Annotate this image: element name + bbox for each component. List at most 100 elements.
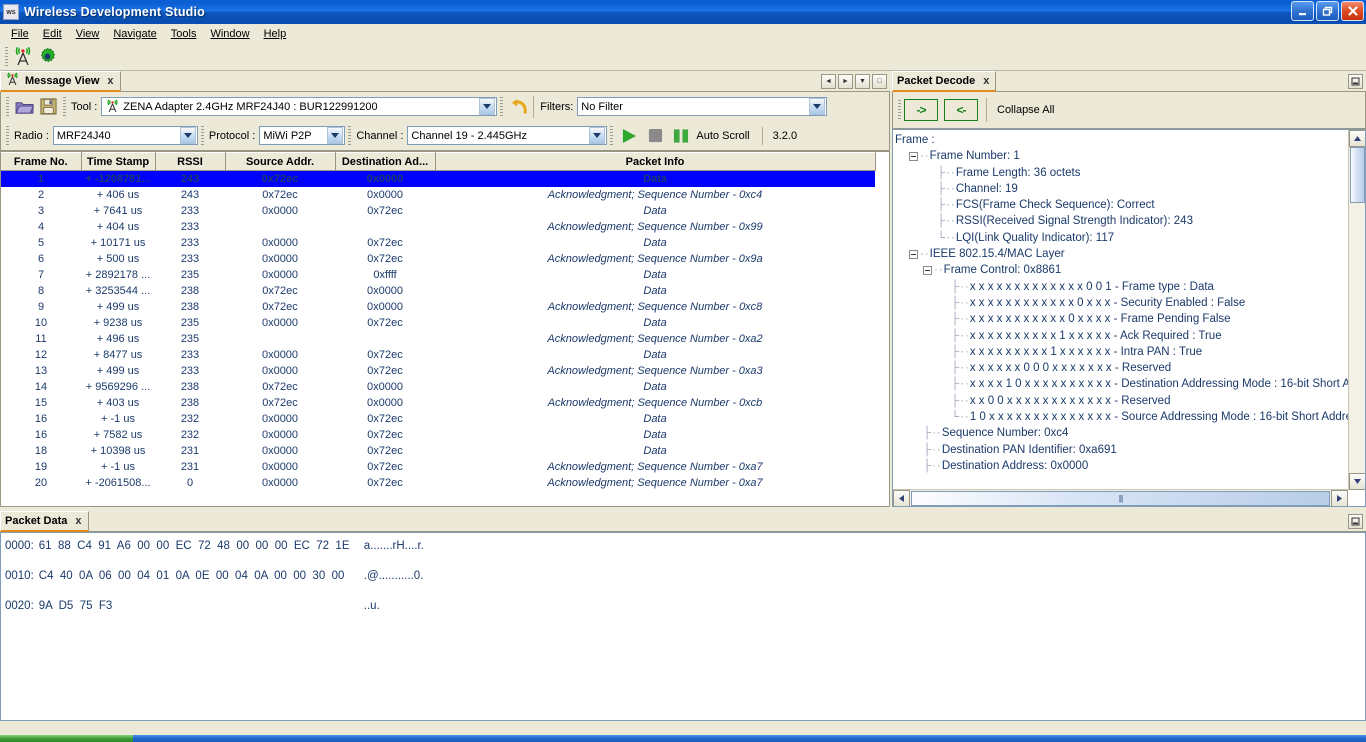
table-row[interactable]: 1 + -1208781... 243 0x72ec 0x0000 Data [1, 170, 875, 187]
tree-node[interactable]: ├··x x 0 0 x x x x x x x x x x x x - Res… [895, 393, 1348, 409]
scroll-left-button[interactable] [893, 489, 910, 506]
chevron-down-icon[interactable] [479, 98, 496, 115]
packet-data-hex-view[interactable]: 0000: 61 88 C4 91 A6 00 00 EC 72 48 00 00… [0, 532, 1366, 721]
scroll-right-button[interactable] [1331, 489, 1348, 506]
tree-node[interactable]: ├··x x x x x x x x x x x x 0 x x x - Sec… [895, 295, 1348, 311]
tree-node[interactable]: ├··x x x x 1 0 x x x x x x x x x x - Des… [895, 376, 1348, 392]
message-table-container[interactable]: Frame No. Time Stamp RSSI Source Addr. D… [0, 151, 890, 507]
table-row[interactable]: 10 + 9238 us 235 0x0000 0x72ec Data [1, 315, 875, 331]
stop-icon[interactable] [642, 125, 668, 147]
chevron-down-icon[interactable] [179, 127, 196, 144]
collapse-all-label[interactable]: Collapse All [995, 104, 1058, 116]
toolbar-grip[interactable] [500, 96, 504, 117]
packet-decode-tree[interactable]: Frame : ··Frame Number: 1 ├··Frame Length:… [893, 130, 1348, 473]
table-row[interactable]: 13 + 499 us 233 0x0000 0x72ec Acknowledgment;… [1, 363, 875, 379]
tab-close-icon[interactable]: x [980, 75, 989, 87]
toolbar-grip[interactable] [6, 96, 9, 117]
menu-item-window[interactable]: Window [203, 26, 256, 42]
tree-node[interactable]: ├··RSSI(Received Signal Strength Indicat… [895, 213, 1348, 229]
tree-collapse-icon[interactable] [909, 151, 918, 161]
folder-open-icon[interactable] [12, 95, 36, 119]
undo-icon[interactable] [506, 95, 532, 119]
filters-select[interactable]: No Filter [577, 97, 828, 116]
tree-node[interactable]: ··Frame Control: 0x8861 [895, 262, 1348, 278]
tree-node[interactable]: ├··Destination PAN Identifier: 0xa691 [895, 442, 1348, 458]
toolbar-grip[interactable] [63, 96, 66, 117]
toolbar-grip[interactable] [200, 125, 204, 146]
maximize-panel-icon[interactable]: □ [872, 73, 887, 89]
tree-node[interactable]: ├··x x x x x x 0 0 0 x x x x x x x - Res… [895, 360, 1348, 376]
play-icon[interactable] [616, 125, 642, 147]
decode-vertical-scrollbar[interactable] [1348, 130, 1365, 490]
menu-item-navigate[interactable]: Navigate [106, 26, 163, 42]
toolbar-grip[interactable] [898, 100, 901, 120]
minimize-panel-icon[interactable] [1348, 73, 1363, 89]
tree-node[interactable]: ├··x x x x x x x x x x x 0 x x x x - Fra… [895, 311, 1348, 327]
decode-horizontal-scrollbar[interactable]: |||| [893, 489, 1348, 506]
tree-node[interactable]: ├··FCS(Frame Check Sequence): Correct [895, 197, 1348, 213]
tab-packet-decode[interactable]: Packet Decode x [892, 71, 997, 92]
restore-button[interactable] [1316, 1, 1339, 21]
column-header-rssi[interactable]: RSSI [155, 152, 226, 171]
tree-node[interactable]: ··IEEE 802.15.4/MAC Layer [895, 246, 1348, 262]
pause-icon[interactable] [668, 125, 694, 147]
minimize-button[interactable] [1291, 1, 1314, 21]
channel-select[interactable]: Channel 19 - 2.445GHz [407, 126, 608, 145]
decode-scroll-thumb[interactable] [1349, 147, 1365, 203]
protocol-select[interactable]: MiWi P2P [259, 126, 346, 145]
table-row[interactable]: 12 + 8477 us 233 0x0000 0x72ec Data [1, 347, 875, 363]
tree-node[interactable]: ├··x x x x x x x x x x 1 x x x x x - Ack… [895, 328, 1348, 344]
table-row[interactable]: 3 + 7641 us 233 0x0000 0x72ec Data [1, 203, 875, 219]
tab-close-icon[interactable]: x [72, 515, 81, 527]
column-header-time-stamp[interactable]: Time Stamp [81, 152, 156, 171]
menu-item-tools[interactable]: Tools [164, 26, 204, 42]
column-header-frame-no[interactable]: Frame No. [1, 152, 82, 171]
tree-node[interactable]: ├··Channel: 19 [895, 181, 1348, 197]
decode-hscroll-thumb[interactable]: |||| [911, 490, 1330, 506]
menu-item-edit[interactable]: Edit [36, 26, 69, 42]
tree-node[interactable]: Frame : [895, 132, 1348, 148]
table-row[interactable]: 4 + 404 us 233 Acknowledgment; Sequence Num… [1, 219, 875, 235]
table-row[interactable]: 16 + -1 us 232 0x0000 0x72ec Data [1, 411, 875, 427]
tab-packet-data[interactable]: Packet Data x [0, 511, 89, 532]
scroll-down-button[interactable] [1349, 473, 1365, 490]
toolbar-grip[interactable] [610, 125, 614, 146]
menu-item-view[interactable]: View [69, 26, 107, 42]
table-row[interactable]: 20 + -2061508... 0 0x0000 0x72ec Acknowledgme… [1, 475, 875, 491]
scroll-up-button[interactable] [1349, 130, 1365, 147]
expand-all-button[interactable]: -> [904, 99, 938, 121]
table-row[interactable]: 9 + 499 us 238 0x72ec 0x0000 Acknowledgment; … [1, 299, 875, 315]
table-row[interactable]: 7 + 2892178 ... 235 0x0000 0xffff Data [1, 267, 875, 283]
toolbar-grip[interactable] [348, 125, 352, 146]
toolbar-grip[interactable] [6, 125, 9, 146]
tab-close-icon[interactable]: x [104, 75, 113, 87]
table-row[interactable]: 16 + 7582 us 232 0x0000 0x72ec Data [1, 427, 875, 443]
tab-message-view[interactable]: Message View x [0, 71, 121, 92]
tree-node[interactable]: ├··Frame Length: 36 octets [895, 165, 1348, 181]
table-row[interactable]: 5 + 10171 us 233 0x0000 0x72ec Data [1, 235, 875, 251]
table-row[interactable]: 11 + 496 us 235 Acknowledgment; Sequence Nu… [1, 331, 875, 347]
prev-tab-button[interactable]: ◄ [821, 73, 836, 89]
chevron-down-icon[interactable] [589, 127, 606, 144]
close-button[interactable] [1341, 1, 1364, 21]
column-header-destination-addr[interactable]: Destination Ad... [335, 152, 436, 171]
minimize-panel-icon[interactable] [1348, 513, 1363, 529]
gear-icon[interactable] [35, 45, 59, 69]
table-row[interactable]: 14 + 9569296 ... 238 0x72ec 0x0000 Data [1, 379, 875, 395]
radio-select[interactable]: MRF24J40 [52, 126, 198, 145]
next-tab-button[interactable]: ► [838, 73, 853, 89]
menu-item-help[interactable]: Help [257, 26, 294, 42]
column-header-packet-info[interactable]: Packet Info [435, 152, 876, 171]
chevron-down-icon[interactable] [327, 127, 344, 144]
table-row[interactable]: 18 + 10398 us 231 0x0000 0x72ec Data [1, 443, 875, 459]
column-header-source-addr[interactable]: Source Addr. [225, 152, 336, 171]
auto-scroll-label[interactable]: Auto Scroll [694, 130, 753, 142]
tab-list-dropdown-icon[interactable]: ▼ [855, 73, 870, 89]
save-icon[interactable] [36, 95, 60, 119]
packet-decode-tree-container[interactable]: Frame : ··Frame Number: 1 ├··Frame Length:… [892, 129, 1366, 507]
table-row[interactable]: 6 + 500 us 233 0x0000 0x72ec Acknowledgment; … [1, 251, 875, 267]
tree-node[interactable]: ├··x x x x x x x x x 1 x x x x x x - Int… [895, 344, 1348, 360]
menu-item-file[interactable]: File [4, 26, 36, 42]
collapse-button[interactable]: <- [944, 99, 978, 121]
tree-node[interactable]: ├··x x x x x x x x x x x x x 0 0 1 - Fra… [895, 279, 1348, 295]
